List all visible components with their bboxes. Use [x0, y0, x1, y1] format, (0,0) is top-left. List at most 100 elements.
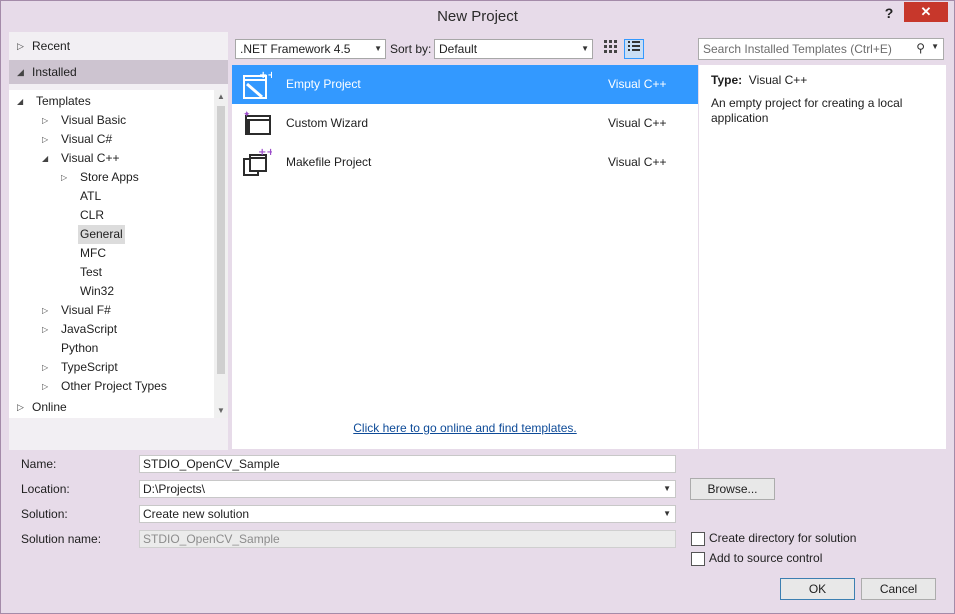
tree-item-label: Visual Basic	[61, 113, 127, 127]
template-language: Visual C++	[608, 116, 667, 130]
template-name: Empty Project	[286, 77, 361, 91]
template-list: Click here to go online and find templat…	[232, 65, 698, 449]
create-directory-checkbox[interactable]	[691, 532, 705, 546]
svg-text:++: ++	[258, 147, 272, 158]
location-label: Location:	[21, 482, 70, 496]
dialog-title: New Project	[437, 8, 518, 25]
search-placeholder: Search Installed Templates (Ctrl+E)	[703, 42, 892, 56]
collapse-arrow-icon[interactable]: ◢	[17, 92, 23, 111]
template-language: Visual C++	[608, 77, 667, 91]
scroll-up-icon[interactable]: ▲	[214, 90, 228, 104]
tree-item-label: Visual C#	[61, 132, 113, 146]
search-icon[interactable]: ⚲	[916, 41, 925, 55]
source-control-label[interactable]: Add to source control	[709, 551, 822, 565]
solution-combo[interactable]: Create new solution ▼	[139, 505, 676, 523]
tree-item-label: Test	[80, 265, 103, 279]
close-button[interactable]: ✕	[904, 2, 948, 22]
tree-scrollbar[interactable]: ▲ ▼	[214, 90, 228, 418]
chevron-down-icon: ▼	[374, 44, 382, 53]
collapse-arrow-icon: ◢	[17, 67, 24, 77]
tree-item-label: Visual F#	[61, 303, 111, 317]
expand-arrow-icon[interactable]: ▷	[42, 377, 48, 396]
template-name: Makefile Project	[286, 155, 372, 169]
makefile-project-icon: ++	[242, 147, 275, 177]
solution-name-label: Solution name:	[21, 532, 102, 546]
expand-arrow-icon[interactable]: ▷	[61, 168, 67, 187]
tree-item-label: MFC	[80, 246, 106, 260]
template-description: An empty project for creating a local ap…	[711, 96, 903, 125]
template-name: Custom Wizard	[286, 116, 369, 130]
collapse-arrow-icon[interactable]: ◢	[42, 149, 48, 168]
custom-wizard-icon: ✦	[242, 108, 271, 138]
name-value: STDIO_OpenCV_Sample	[143, 457, 280, 471]
solution-value: Create new solution	[143, 507, 250, 521]
tree-item-label: General	[78, 225, 125, 244]
name-label: Name:	[21, 457, 57, 471]
solution-name-value: STDIO_OpenCV_Sample	[143, 532, 280, 546]
solution-label: Solution:	[21, 507, 68, 521]
tree-item-label: Templates	[36, 94, 91, 108]
location-combo[interactable]: D:\Projects\ ▼	[139, 480, 676, 498]
framework-value: .NET Framework 4.5	[240, 42, 351, 56]
chevron-down-icon[interactable]: ▼	[663, 506, 671, 522]
recent-section[interactable]: ▷ Recent	[9, 34, 228, 58]
sort-dropdown[interactable]: Default ▼	[434, 39, 593, 59]
tree-item-label: Visual C++	[61, 151, 120, 165]
template-item[interactable]: ✦ Custom Wizard Visual C++	[232, 104, 698, 143]
template-item[interactable]: ++ Makefile Project Visual C++	[232, 143, 698, 182]
type-value: Visual C++	[748, 73, 808, 87]
svg-text:++: ++	[259, 70, 272, 81]
expand-arrow-icon[interactable]: ▷	[42, 111, 48, 130]
template-tree: ◢ Templates ▷ Visual Basic ▷ Visual C# ◢ Visual…	[9, 90, 214, 418]
left-navigation-panel: ▷ Recent ◢ Installed ◢ Templates ▷ Visual B…	[9, 32, 228, 450]
type-label: Type:	[711, 73, 743, 87]
name-field[interactable]: STDIO_OpenCV_Sample	[139, 455, 676, 473]
tree-item-label: Python	[61, 341, 99, 355]
expand-arrow-icon: ▷	[17, 41, 24, 51]
title-bar: New Project ? ✕	[1, 1, 954, 31]
tree-item-label: ATL	[80, 189, 102, 203]
help-button[interactable]: ?	[879, 3, 899, 23]
empty-project-icon: ++	[242, 69, 276, 99]
svg-text:✦: ✦	[243, 110, 251, 120]
sort-value: Default	[439, 42, 478, 56]
online-section[interactable]: ▷ Online	[9, 395, 228, 419]
scroll-thumb[interactable]	[217, 106, 225, 374]
expand-arrow-icon[interactable]: ▷	[42, 130, 48, 149]
recent-label: Recent	[32, 39, 71, 53]
sort-by-label: Sort by:	[390, 42, 432, 56]
new-project-dialog: New Project ? ✕ ▷ Recent ◢ Installed ◢ Te…	[0, 0, 955, 614]
chevron-down-icon[interactable]: ▼	[931, 42, 939, 51]
installed-label: Installed	[32, 65, 77, 79]
tree-item-label: Win32	[80, 284, 115, 298]
installed-section[interactable]: ◢ Installed	[9, 60, 228, 84]
cancel-button[interactable]: Cancel	[861, 578, 936, 600]
browse-button[interactable]: Browse...	[690, 478, 775, 500]
expand-arrow-icon[interactable]: ▷	[42, 358, 48, 377]
framework-dropdown[interactable]: .NET Framework 4.5 ▼	[235, 39, 386, 59]
search-templates-input[interactable]: Search Installed Templates (Ctrl+E) ⚲ ▼	[698, 38, 944, 60]
location-value: D:\Projects\	[143, 482, 206, 496]
chevron-down-icon: ▼	[581, 44, 589, 53]
template-language: Visual C++	[608, 155, 667, 169]
tree-item-label: JavaScript	[61, 322, 118, 336]
tree-item-label: Store Apps	[80, 170, 139, 184]
expand-arrow-icon[interactable]: ▷	[42, 301, 48, 320]
source-control-checkbox[interactable]	[691, 552, 705, 566]
find-online-templates-link[interactable]: Click here to go online and find templat…	[232, 421, 698, 435]
template-item[interactable]: ++ Empty Project Visual C++	[232, 65, 698, 104]
online-label: Online	[32, 400, 67, 414]
chevron-down-icon[interactable]: ▼	[663, 481, 671, 497]
create-directory-label[interactable]: Create directory for solution	[709, 531, 856, 545]
small-icons-view-icon[interactable]	[600, 39, 620, 59]
ok-button[interactable]: OK	[780, 578, 855, 600]
tree-item-label: CLR	[80, 208, 105, 222]
tree-item-label: Other Project Types	[61, 379, 167, 393]
template-details-panel: Type: Visual C++ An empty project for cr…	[699, 65, 946, 449]
list-view-icon[interactable]	[624, 39, 644, 59]
solution-name-field: STDIO_OpenCV_Sample	[139, 530, 676, 548]
expand-arrow-icon: ▷	[17, 402, 24, 412]
tree-item-label: TypeScript	[61, 360, 118, 374]
template-type: Type: Visual C++	[711, 73, 807, 87]
expand-arrow-icon[interactable]: ▷	[42, 320, 48, 339]
